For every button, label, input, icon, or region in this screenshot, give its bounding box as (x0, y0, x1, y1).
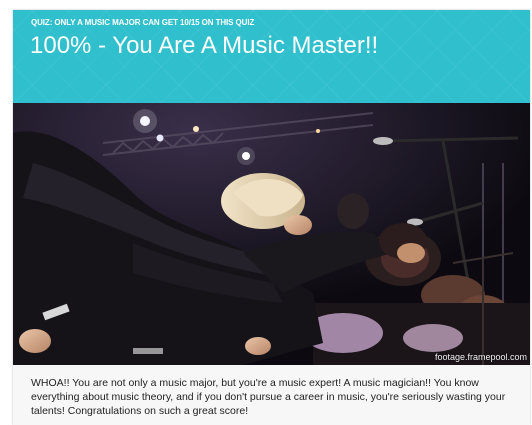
quiz-title-link[interactable]: QUIZ: ONLY A MUSIC MAJOR CAN GET 10/15 O… (31, 18, 254, 27)
orchestra-bowing-image (13, 103, 530, 365)
result-header: QUIZ: ONLY A MUSIC MAJOR CAN GET 10/15 O… (13, 10, 530, 103)
quiz-result-card: QUIZ: ONLY A MUSIC MAJOR CAN GET 10/15 O… (13, 10, 530, 425)
image-credit: footage.framepool.com (434, 352, 527, 362)
result-image: footage.framepool.com (13, 103, 530, 365)
result-description: WHOA!! You are not only a music major, b… (31, 377, 506, 417)
result-title: 100% - You Are A Music Master!! (30, 32, 379, 59)
